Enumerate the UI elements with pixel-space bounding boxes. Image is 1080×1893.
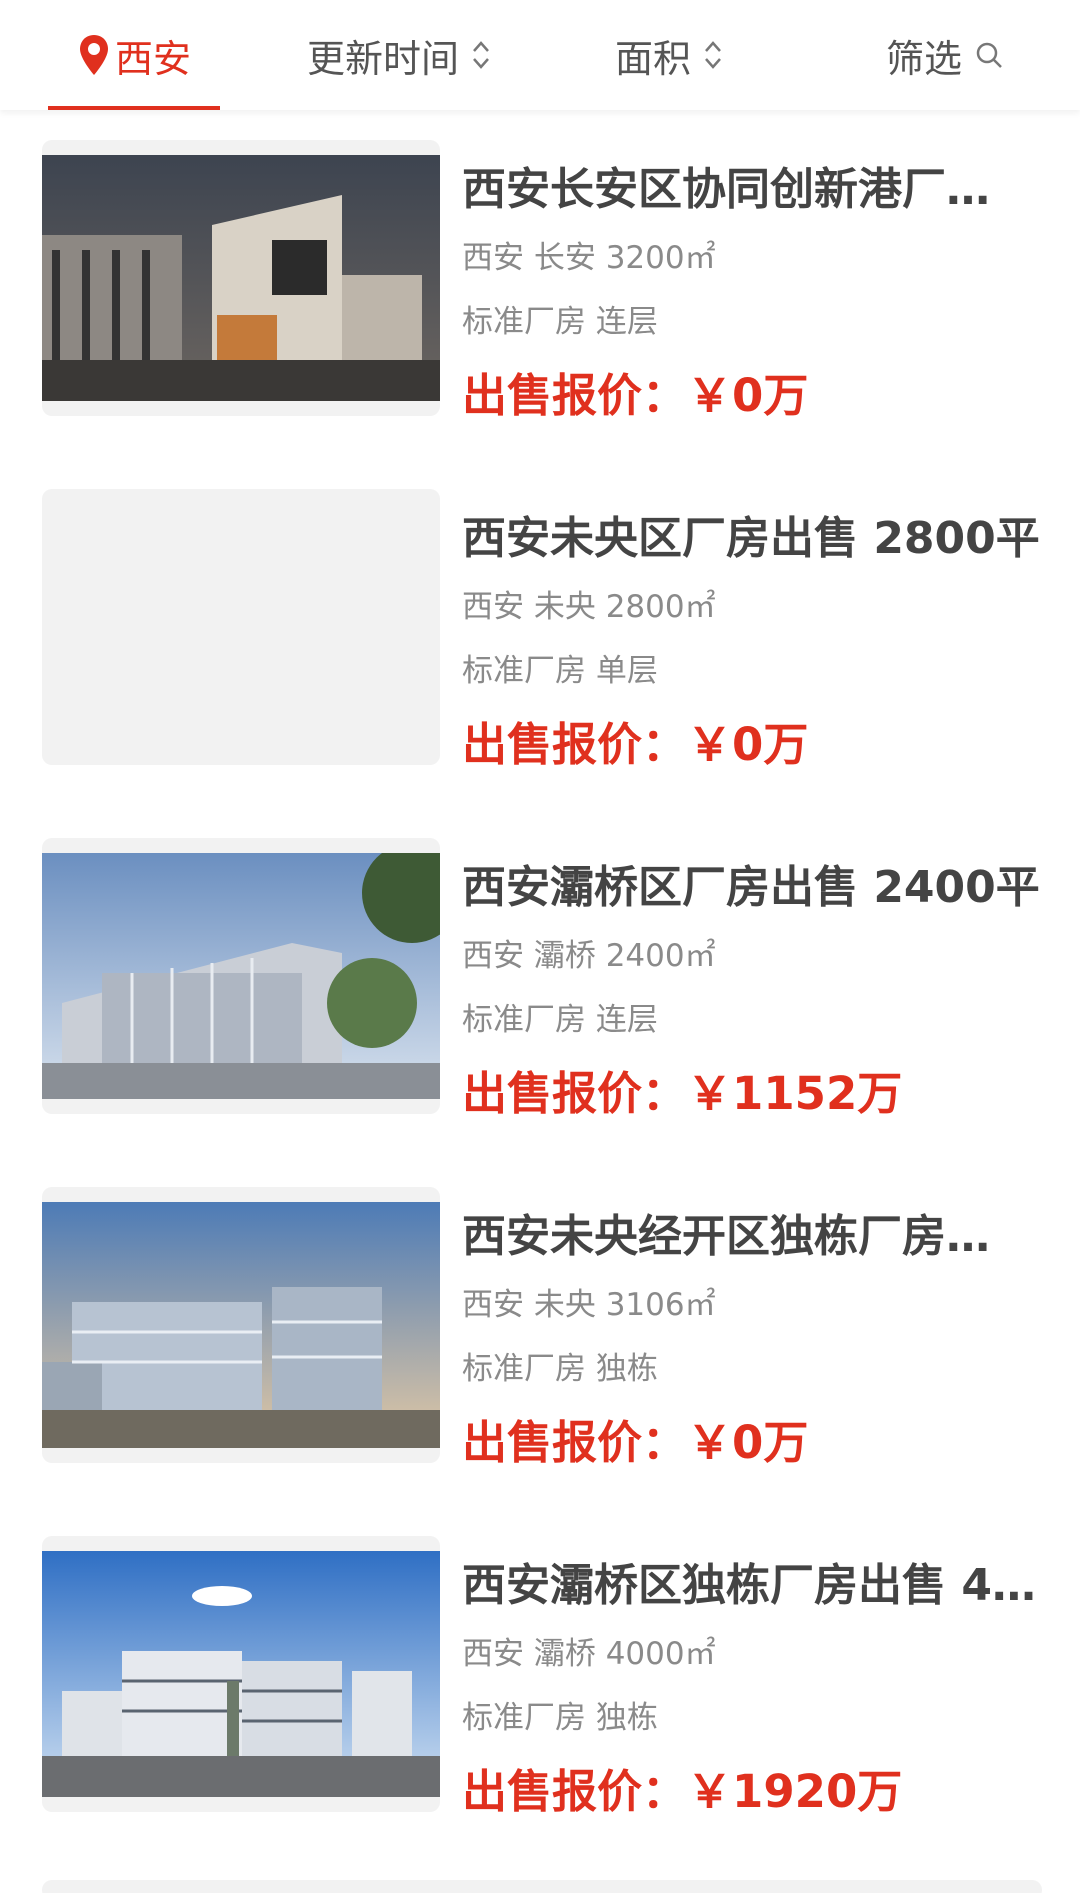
listing-title[interactable]: 西安未央经开区独栋厂房… xyxy=(462,1207,1042,1267)
factory-photo xyxy=(42,155,440,401)
filter-label: 筛选 xyxy=(885,36,962,81)
sort-arrows-icon xyxy=(705,41,721,69)
price-label: 出售报价： xyxy=(462,369,688,422)
listing-thumbnail[interactable] xyxy=(42,140,440,416)
listing-location-area: 西安 长安 3200㎡ xyxy=(462,240,716,276)
listing-item[interactable]: 西安灞桥区厂房出售 2400平 西安 灞桥 2400㎡ 标准厂房 连层 出售报价… xyxy=(0,808,1080,1120)
location-pin-icon xyxy=(79,35,108,75)
listing-title[interactable]: 西安未央区厂房出售 2800平 xyxy=(462,509,1042,569)
factory-photo xyxy=(42,1202,440,1448)
listing-price: 出售报价：￥1152万 xyxy=(462,1064,902,1124)
listing-tags: 标准厂房 连层 xyxy=(462,304,658,340)
listing-item[interactable]: 西安灞桥区独栋厂房出售 4… 西安 灞桥 4000㎡ 标准厂房 独栋 出售报价：… xyxy=(0,1506,1080,1818)
listing-price: 出售报价：￥0万 xyxy=(462,715,808,775)
listing-location-area: 西安 未央 2800㎡ xyxy=(462,589,716,625)
listing-item[interactable]: 西安未央区厂房出售 2800平 西安 未央 2800㎡ 标准厂房 单层 出售报价… xyxy=(0,459,1080,771)
price-value: ￥1152万 xyxy=(687,1067,903,1120)
listing-title[interactable]: 西安长安区协同创新港厂… xyxy=(462,160,1042,220)
sort-area-label: 面积 xyxy=(614,36,691,81)
factory-photo xyxy=(42,853,440,1099)
listing-title[interactable]: 西安灞桥区独栋厂房出售 4… xyxy=(462,1556,1042,1616)
city-label: 西安 xyxy=(114,36,191,81)
listing-item[interactable]: 西安长安区协同创新港厂… 西安 长安 3200㎡ 标准厂房 连层 出售报价：￥0… xyxy=(0,110,1080,422)
price-value: ￥0万 xyxy=(687,369,809,422)
price-value: ￥1920万 xyxy=(687,1765,903,1818)
active-tab-indicator xyxy=(48,106,220,110)
listing-title[interactable]: 西安灞桥区厂房出售 2400平 xyxy=(462,858,1042,918)
listing-item[interactable]: 西安未央经开区独栋厂房… 西安 未央 3106㎡ 标准厂房 独栋 出售报价：￥0… xyxy=(0,1157,1080,1469)
listing-price: 出售报价：￥1920万 xyxy=(462,1762,902,1822)
filter-button[interactable]: 筛选 xyxy=(870,0,1020,110)
filter-bar: 西安 更新时间 面积 筛选 xyxy=(0,0,1080,110)
price-value: ￥0万 xyxy=(687,718,809,771)
listing-tags: 标准厂房 连层 xyxy=(462,1002,658,1038)
listing-thumbnail[interactable] xyxy=(42,489,440,765)
price-label: 出售报价： xyxy=(462,1416,688,1469)
search-icon xyxy=(976,42,1002,68)
listing-price: 出售报价：￥0万 xyxy=(462,1413,808,1473)
price-label: 出售报价： xyxy=(462,1765,688,1818)
listing-price: 出售报价：￥0万 xyxy=(462,366,808,426)
factory-photo xyxy=(42,1551,440,1797)
listing-tags: 标准厂房 独栋 xyxy=(462,1700,658,1736)
price-label: 出售报价： xyxy=(462,1067,688,1120)
city-selector[interactable]: 西安 xyxy=(48,0,220,110)
listing-tags: 标准厂房 独栋 xyxy=(462,1351,658,1387)
price-value: ￥0万 xyxy=(687,1416,809,1469)
sort-by-update-time[interactable]: 更新时间 xyxy=(290,0,510,110)
sort-update-label: 更新时间 xyxy=(306,36,459,81)
price-label: 出售报价： xyxy=(462,718,688,771)
listing-thumbnail[interactable] xyxy=(42,1187,440,1463)
listing-thumbnail[interactable] xyxy=(42,838,440,1114)
sort-by-area[interactable]: 面积 xyxy=(600,0,740,110)
next-listing-peek xyxy=(42,1880,1042,1893)
listing-location-area: 西安 未央 3106㎡ xyxy=(462,1287,716,1323)
listing-location-area: 西安 灞桥 4000㎡ xyxy=(462,1636,716,1672)
sort-arrows-icon xyxy=(473,41,489,69)
listing-location-area: 西安 灞桥 2400㎡ xyxy=(462,938,716,974)
listing-tags: 标准厂房 单层 xyxy=(462,653,658,689)
listing-thumbnail[interactable] xyxy=(42,1536,440,1812)
